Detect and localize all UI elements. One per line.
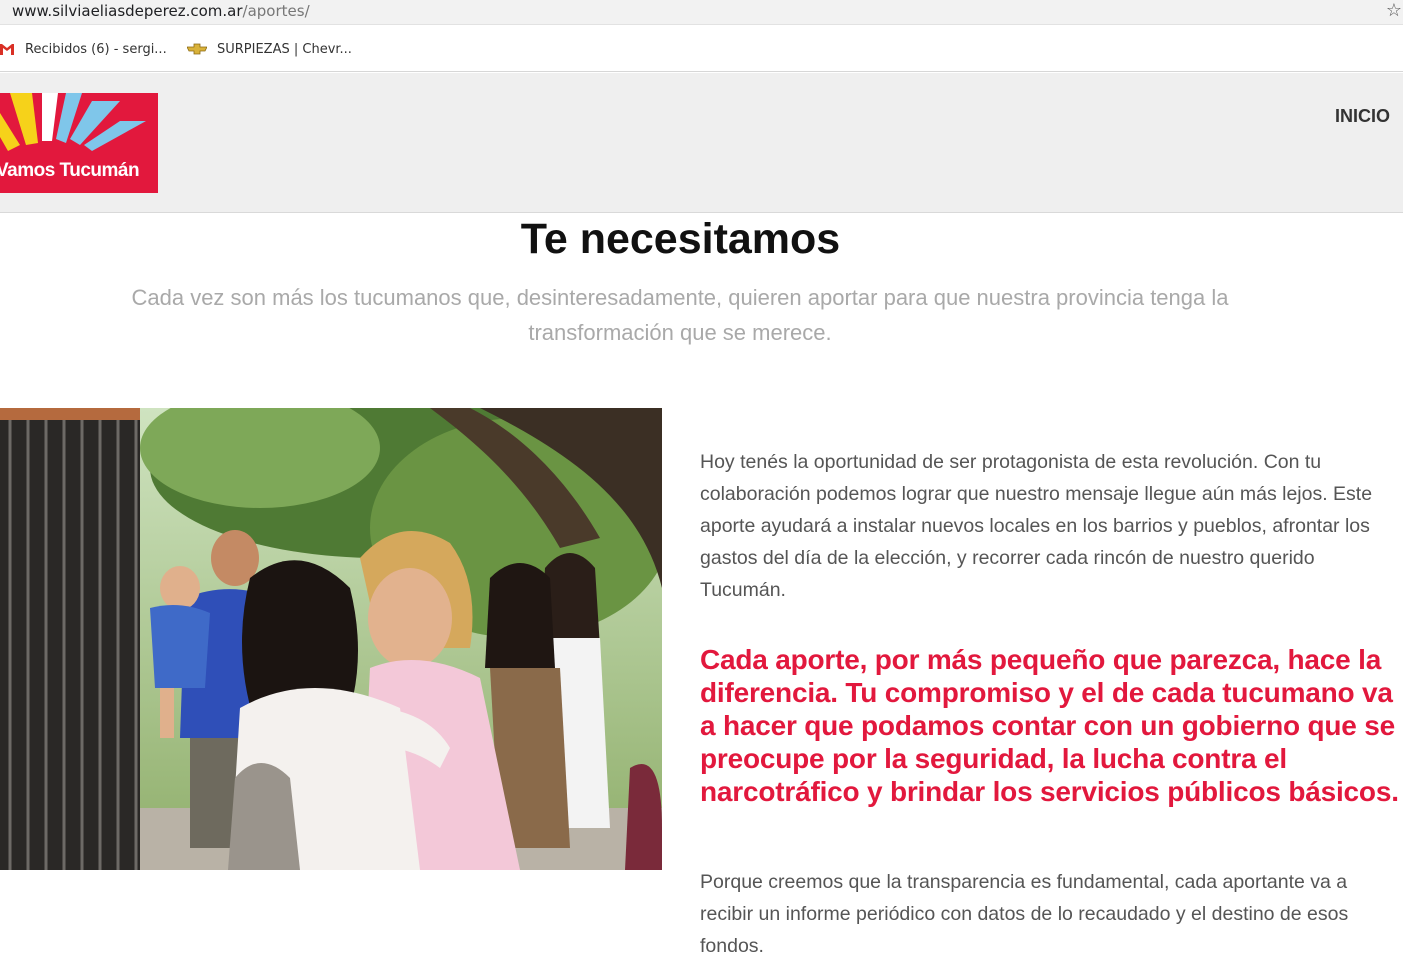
campaign-photo: [0, 408, 662, 870]
bookmark-label: Recibidos (6) - sergi...: [25, 41, 167, 57]
intro-paragraph: Hoy tenés la oportunidad de ser protagon…: [700, 451, 1373, 601]
campaign-photo-illustration: [0, 408, 662, 870]
chevrolet-icon: [187, 43, 207, 55]
bookmark-surpiezas[interactable]: SURPIEZAS | Chevr...: [187, 39, 352, 59]
url-path: /aportes/: [242, 2, 310, 20]
url-domain: www.silviaeliasdeperez.com.ar: [12, 2, 243, 20]
content-text-column: Hoy tenés la oportunidad de ser protagon…: [700, 446, 1395, 606]
gmail-icon: [0, 44, 14, 55]
bookmark-star-icon[interactable]: ☆: [1385, 0, 1403, 22]
page-title: Te necesitamos: [520, 215, 841, 263]
bookmarks-bar: Recibidos (6) - sergi... SURPIEZAS | Che…: [0, 25, 1403, 72]
site-header: Vamos Tucumán INICIO: [0, 73, 1403, 213]
bookmark-gmail[interactable]: Recibidos (6) - sergi...: [0, 39, 167, 59]
page-subtitle: Cada vez son más los tucumanos que, desi…: [131, 285, 1229, 345]
bookmark-label: SURPIEZAS | Chevr...: [217, 41, 352, 57]
url-text[interactable]: www.silviaeliasdeperez.com.ar/aportes/: [12, 1, 310, 21]
transparency-paragraph: Porque creemos que la transparencia es f…: [700, 871, 1349, 957]
nav-inicio-link[interactable]: INICIO: [1335, 106, 1390, 127]
browser-url-bar[interactable]: www.silviaeliasdeperez.com.ar/aportes/ ☆: [0, 0, 1403, 25]
site-logo[interactable]: Vamos Tucumán: [0, 93, 158, 193]
logo-text: Vamos Tucumán: [0, 160, 140, 181]
highlight-paragraph: Cada aporte, por más pequeño que parezca…: [700, 644, 1399, 807]
